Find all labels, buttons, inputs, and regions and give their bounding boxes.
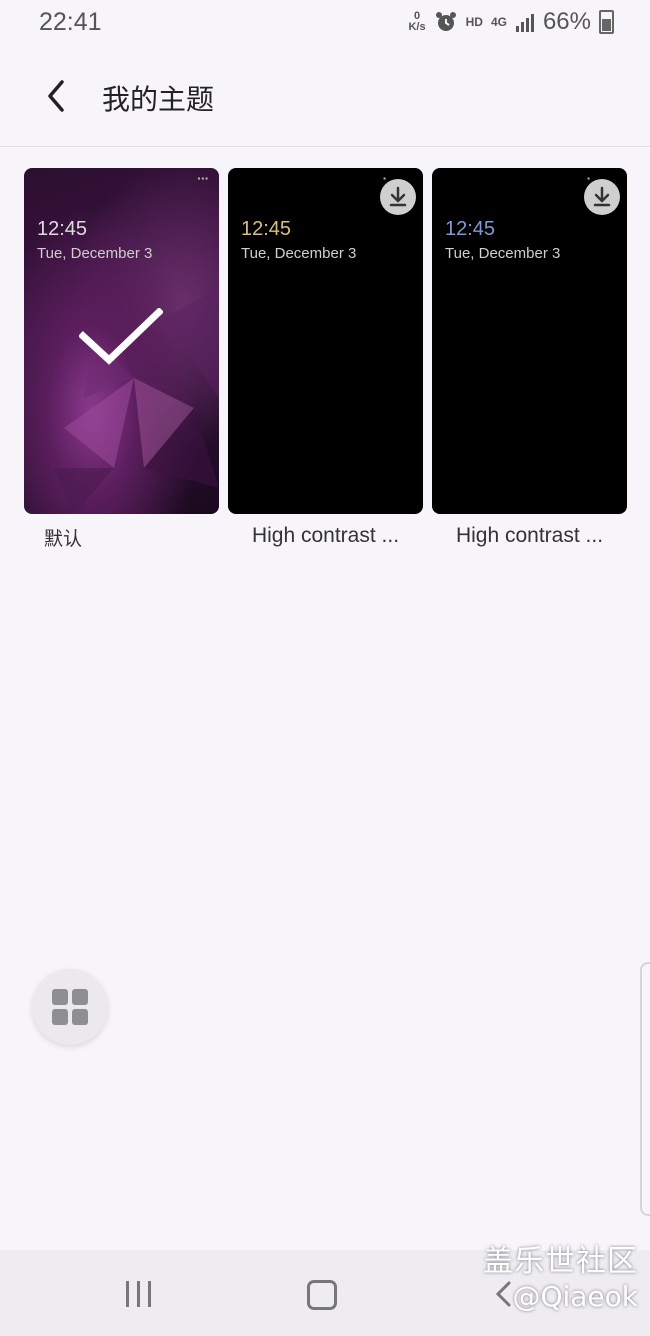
edge-panel-handle[interactable]	[640, 962, 650, 1216]
status-time: 22:41	[39, 8, 102, 36]
thumbnail-time: 12:45	[37, 218, 88, 240]
download-icon	[593, 186, 611, 207]
battery-percent: 66%	[542, 8, 591, 35]
download-icon	[389, 186, 407, 207]
theme-label: High contrast ...	[251, 524, 400, 547]
thumbnail-date: Tue, December 3	[445, 245, 561, 262]
app-header: 我的主题	[0, 46, 650, 146]
nav-back-button[interactable]	[493, 1280, 513, 1315]
thumbnail-status-icons: ▪▪▪	[197, 174, 209, 183]
theme-thumbnail[interactable]: ▪ 12:45 Tue, December 3	[228, 168, 423, 514]
watermark-user: @Qiaeok	[512, 1280, 638, 1313]
signal-icon	[515, 14, 534, 32]
thumbnail-date: Tue, December 3	[37, 245, 153, 262]
watermark-community: 盖乐世社区	[483, 1244, 638, 1279]
nav-back-icon	[495, 1281, 511, 1307]
theme-card-high-contrast-1[interactable]: ▪ 12:45 Tue, December 3 High contrast ..…	[228, 168, 423, 548]
download-button[interactable]	[380, 179, 416, 215]
theme-thumbnail[interactable]: ▪ 12:45 Tue, December 3	[432, 168, 627, 514]
status-bar: 22:41 0 K/s HD 4G 66%	[0, 0, 650, 46]
network-type: 4G	[490, 15, 507, 29]
download-button[interactable]	[584, 179, 620, 215]
grid-icon	[52, 1009, 68, 1025]
checkmark-icon	[79, 308, 163, 365]
network-speed: 0 K/s	[408, 10, 426, 33]
thumbnail-date: Tue, December 3	[241, 245, 357, 262]
thumbnail-time: 12:45	[241, 218, 292, 240]
grid-menu-button[interactable]	[32, 969, 108, 1045]
page-title: 我的主题	[102, 83, 215, 116]
recent-apps-icon	[137, 1281, 140, 1307]
battery-icon	[599, 10, 614, 34]
back-button[interactable]	[38, 76, 78, 116]
grid-icon	[72, 989, 88, 1005]
alarm-icon	[435, 12, 456, 31]
recent-apps-icon	[126, 1281, 129, 1307]
thumbnail-time: 12:45	[445, 218, 496, 240]
home-button[interactable]	[307, 1280, 337, 1310]
theme-thumbnail[interactable]: ▪▪▪ 12:45 Tue, December 3	[24, 168, 219, 514]
theme-card-default[interactable]: ▪▪▪ 12:45 Tue, December 3 默认	[24, 168, 219, 551]
back-arrow-icon	[48, 80, 64, 112]
grid-icon	[72, 1009, 88, 1025]
hd-indicator: HD	[465, 15, 483, 29]
theme-label: High contrast ...	[455, 524, 604, 547]
recent-apps-button[interactable]	[126, 1281, 151, 1307]
theme-label: 默认	[44, 528, 83, 550]
theme-card-high-contrast-2[interactable]: ▪ 12:45 Tue, December 3 High contrast ..…	[432, 168, 627, 548]
header-divider	[0, 146, 650, 147]
grid-icon	[52, 989, 68, 1005]
status-icons: 0 K/s HD 4G 66%	[408, 8, 614, 36]
recent-apps-icon	[148, 1281, 151, 1307]
